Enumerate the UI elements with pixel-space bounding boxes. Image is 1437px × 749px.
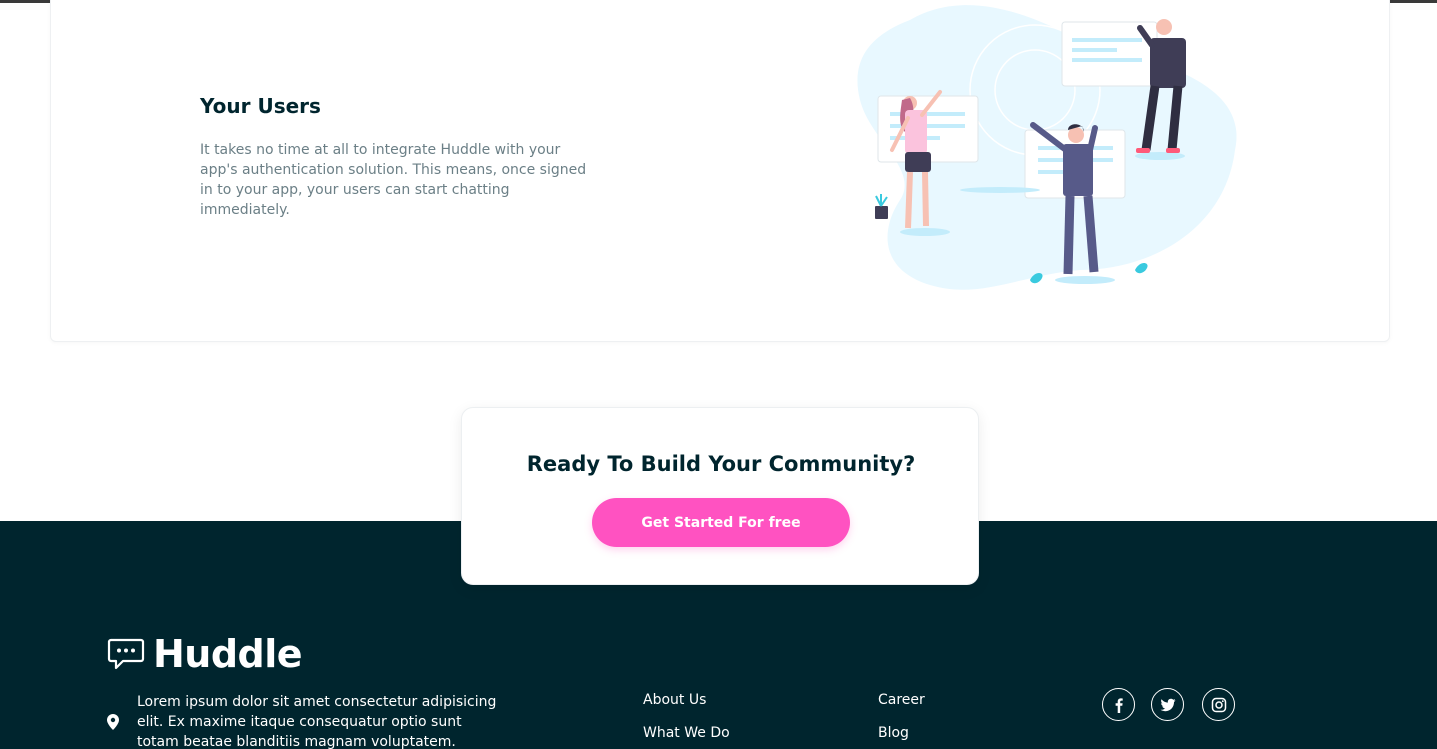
facebook-link[interactable] xyxy=(1102,688,1135,721)
feature-title: Your Users xyxy=(200,94,321,118)
chat-bubble-icon xyxy=(107,638,145,670)
twitter-icon xyxy=(1160,698,1175,711)
instagram-link[interactable] xyxy=(1202,688,1235,721)
footer-logo[interactable]: Huddle xyxy=(107,632,303,676)
get-started-button[interactable]: Get Started For free xyxy=(592,498,850,547)
footer-link-what-we-do[interactable]: What We Do xyxy=(643,725,730,741)
footer-link-blog[interactable]: Blog xyxy=(878,725,909,741)
brand-name: Huddle xyxy=(153,632,303,676)
footer-address: Lorem ipsum dolor sit amet consectetur a… xyxy=(107,692,497,749)
twitter-link[interactable] xyxy=(1151,688,1184,721)
footer-link-about-us[interactable]: About Us xyxy=(643,692,706,708)
instagram-icon xyxy=(1211,697,1226,712)
users-chatting-illustration xyxy=(857,5,1237,290)
address-text: Lorem ipsum dolor sit amet consectetur a… xyxy=(137,694,497,749)
cta-title: Ready To Build Your Community? xyxy=(526,452,916,476)
feature-description: It takes no time at all to integrate Hud… xyxy=(200,142,587,218)
footer-link-career[interactable]: Career xyxy=(878,692,925,708)
facebook-icon xyxy=(1115,697,1123,713)
cta-card: Ready To Build Your Community? Get Start… xyxy=(461,407,979,585)
location-pin-icon xyxy=(107,714,119,730)
